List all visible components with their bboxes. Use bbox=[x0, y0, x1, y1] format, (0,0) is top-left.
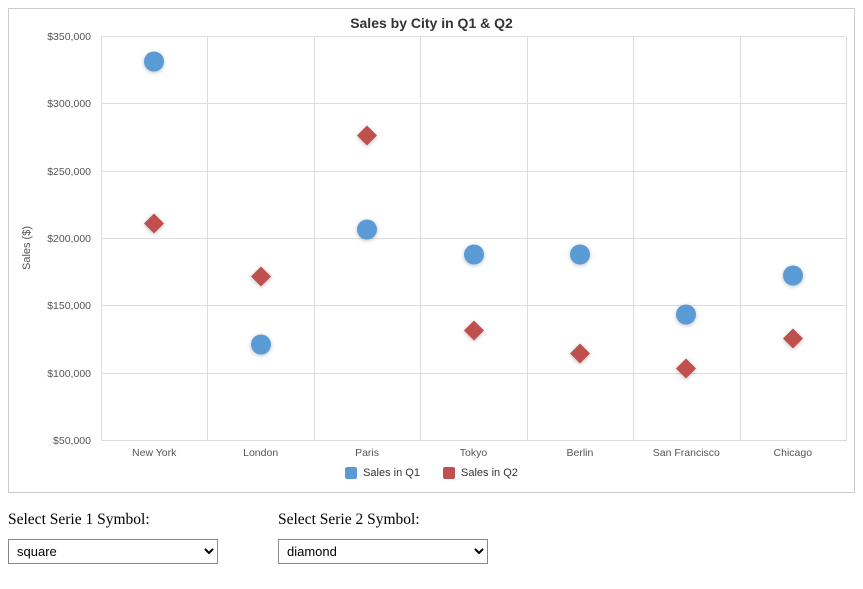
y-tick-label: $250,000 bbox=[47, 166, 91, 178]
plot-area bbox=[101, 37, 846, 441]
y-tick-label: $150,000 bbox=[47, 300, 91, 312]
data-point-q2 bbox=[144, 213, 164, 238]
data-point-q2 bbox=[676, 358, 696, 383]
legend-item: Sales in Q1 bbox=[345, 467, 420, 479]
y-tick-label: $300,000 bbox=[47, 98, 91, 110]
legend-label-q1: Sales in Q1 bbox=[363, 467, 420, 479]
data-point-q1 bbox=[357, 220, 377, 245]
gridline-v bbox=[101, 37, 102, 441]
data-point-q1 bbox=[570, 244, 590, 269]
x-tick-label: Berlin bbox=[566, 447, 593, 459]
symbol-controls: Select Serie 1 Symbol: square Select Ser… bbox=[8, 511, 855, 564]
gridline-h bbox=[101, 36, 846, 37]
x-tick-label: San Francisco bbox=[653, 447, 720, 459]
serie1-symbol-select[interactable]: square bbox=[8, 539, 218, 564]
serie2-symbol-label: Select Serie 2 Symbol: bbox=[278, 511, 488, 529]
data-point-q2 bbox=[570, 344, 590, 369]
gridline-v bbox=[633, 37, 634, 441]
y-tick-label: $100,000 bbox=[47, 368, 91, 380]
gridline-v bbox=[740, 37, 741, 441]
chart-title: Sales by City in Q1 & Q2 bbox=[9, 9, 854, 33]
serie2-symbol-select[interactable]: diamond bbox=[278, 539, 488, 564]
plot-outer: Sales ($) $50,000$100,000$150,000$200,00… bbox=[9, 33, 854, 463]
x-tick-label: Paris bbox=[355, 447, 379, 459]
gridline-h bbox=[101, 103, 846, 104]
y-tick-label: $200,000 bbox=[47, 233, 91, 245]
data-point-q1 bbox=[144, 51, 164, 76]
x-tick-label: London bbox=[243, 447, 278, 459]
data-point-q1 bbox=[464, 244, 484, 269]
y-axis-ticks: $50,000 $100,000 $150,000 $200,000 $250,000 $… bbox=[9, 33, 97, 463]
gridline-v bbox=[420, 37, 421, 441]
data-point-q2 bbox=[783, 329, 803, 354]
gridline-v bbox=[527, 37, 528, 441]
gridline-v bbox=[314, 37, 315, 441]
gridline-h bbox=[101, 305, 846, 306]
data-point-q2 bbox=[357, 126, 377, 151]
x-tick-label: Tokyo bbox=[460, 447, 487, 459]
gridline-v bbox=[846, 37, 847, 441]
data-point-q2 bbox=[251, 267, 271, 292]
y-tick-label: $350,000 bbox=[47, 31, 91, 43]
x-tick-label: Chicago bbox=[774, 447, 813, 459]
data-point-q2 bbox=[464, 321, 484, 346]
x-axis-ticks: New York London Paris Tokyo Berlin San Franci… bbox=[101, 443, 846, 463]
serie1-control: Select Serie 1 Symbol: square bbox=[8, 511, 218, 564]
data-point-q1 bbox=[251, 334, 271, 359]
data-point-q1 bbox=[676, 305, 696, 330]
legend-label-q2: Sales in Q2 bbox=[461, 467, 518, 479]
chart-container: Sales by City in Q1 & Q2 Sales ($) $50,0… bbox=[8, 8, 855, 493]
legend: Sales in Q1 Sales in Q2 bbox=[9, 463, 854, 492]
legend-swatch-q1 bbox=[345, 467, 357, 479]
gridline-v bbox=[207, 37, 208, 441]
gridline-h bbox=[101, 373, 846, 374]
y-tick-label: $50,000 bbox=[53, 435, 91, 447]
gridline-h bbox=[101, 238, 846, 239]
legend-swatch-q2 bbox=[443, 467, 455, 479]
serie1-symbol-label: Select Serie 1 Symbol: bbox=[8, 511, 218, 529]
gridline-h bbox=[101, 171, 846, 172]
x-tick-label: New York bbox=[132, 447, 176, 459]
serie2-control: Select Serie 2 Symbol: diamond bbox=[278, 511, 488, 564]
gridline-h bbox=[101, 440, 846, 441]
data-point-q1 bbox=[783, 266, 803, 291]
legend-item: Sales in Q2 bbox=[443, 467, 518, 479]
